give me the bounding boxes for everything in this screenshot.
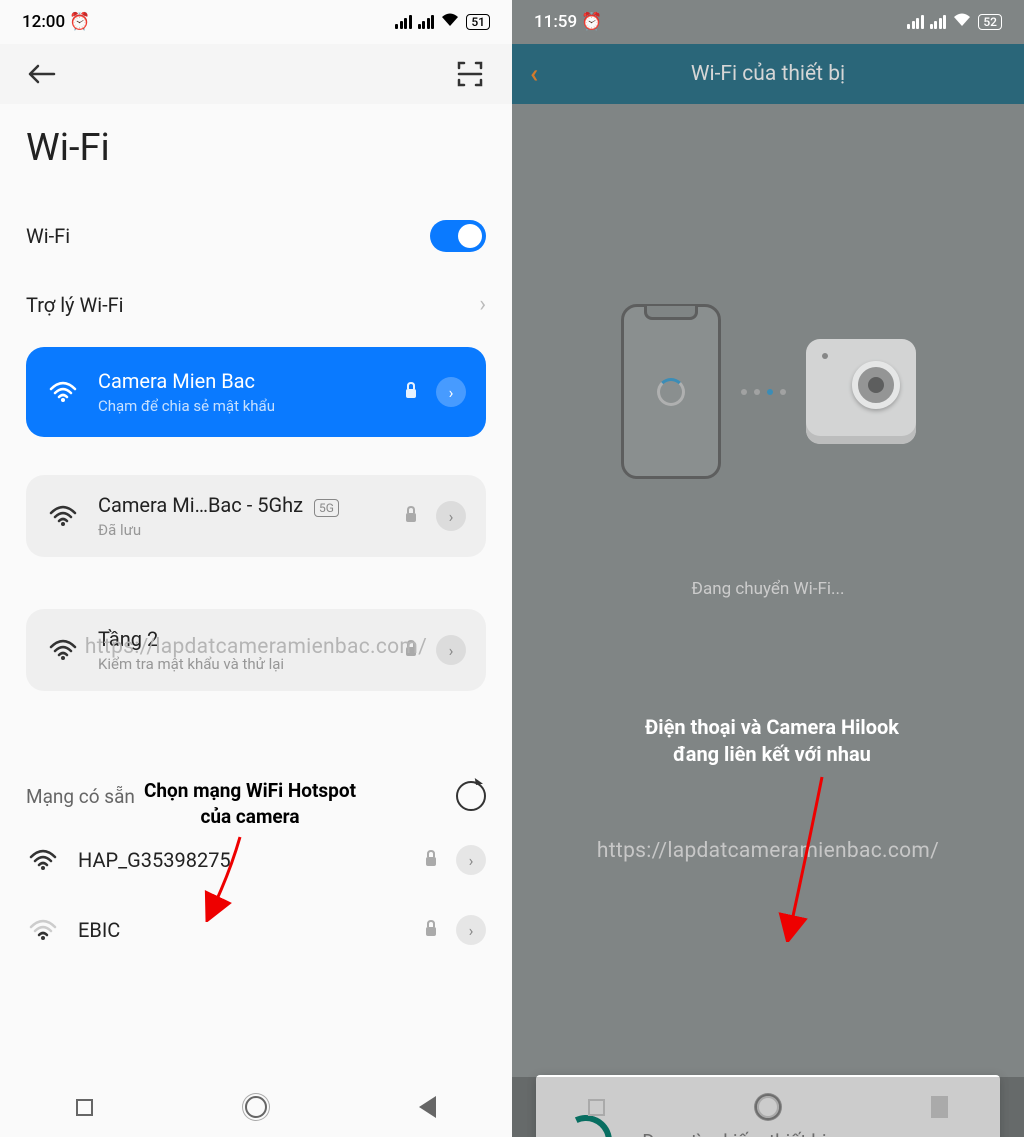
progress-text: Đang chuyển Wi-Fi... <box>512 579 1024 599</box>
network-details-button[interactable]: › <box>436 635 466 665</box>
wifi-icon <box>46 639 80 661</box>
clock: 12:00 <box>22 12 65 32</box>
chevron-right-icon: › <box>479 292 486 317</box>
device-wifi-screen: 11:59 ⏰ 52 ‹ Wi-Fi của thiết bị <box>512 0 1024 1137</box>
header-title: Wi-Fi của thiết bị <box>512 62 1024 86</box>
watermark: https://lapdatcameramienbac.com/ <box>512 839 1024 863</box>
wifi-icon <box>46 381 80 403</box>
phone-icon <box>621 304 721 479</box>
alarm-icon: ⏰ <box>581 12 602 32</box>
network-name: Camera Mi…Bac - 5Ghz <box>98 493 303 517</box>
progress-dots <box>741 389 786 395</box>
connected-network[interactable]: Camera Mien Bac Chạm để chia sẻ mật khẩu… <box>26 347 486 437</box>
camera-icon <box>806 339 916 444</box>
back-button[interactable] <box>28 60 56 88</box>
wifi-toggle-row[interactable]: Wi-Fi <box>26 200 486 272</box>
scan-qr-button[interactable] <box>456 60 484 88</box>
badge-5g: 5G <box>314 499 339 517</box>
wifi-icon-weak <box>26 919 60 941</box>
wifi-assistant-row[interactable]: Trợ lý Wi-Fi › <box>26 272 486 337</box>
network-details-button[interactable]: › <box>436 501 466 531</box>
wifi-settings-screen: 12:00 ⏰ 51 Wi-Fi Wi-Fi Trợ lý Wi-Fi › <box>0 0 512 1137</box>
network-sub: Chạm để chia sẻ mật khẩu <box>98 397 386 415</box>
lock-icon <box>424 849 438 871</box>
nav-home[interactable] <box>245 1096 267 1118</box>
wifi-toggle[interactable] <box>430 220 486 252</box>
wifi-icon <box>26 849 60 871</box>
nav-recents[interactable] <box>76 1099 93 1116</box>
nav-recents[interactable] <box>588 1099 605 1116</box>
page-title: Wi-Fi <box>26 104 486 200</box>
saved-network[interactable]: Camera Mi…Bac - 5Ghz 5G Đã lưu › <box>26 475 486 557</box>
status-bar: 11:59 ⏰ 52 <box>512 0 1024 44</box>
network-name: EBIC <box>78 918 406 942</box>
lock-icon <box>404 639 418 661</box>
lock-icon <box>424 919 438 941</box>
wifi-assistant-label: Trợ lý Wi-Fi <box>26 293 124 317</box>
battery-icon: 51 <box>466 14 490 30</box>
network-name: HAP_G35398275 <box>78 848 406 872</box>
network-details-button[interactable]: › <box>456 915 486 945</box>
network-sub: Đã lưu <box>98 521 386 539</box>
nav-back[interactable] <box>419 1096 436 1118</box>
nav-back[interactable] <box>931 1096 948 1118</box>
topbar <box>0 44 512 104</box>
nav-bar <box>512 1077 1024 1137</box>
wifi-status-icon <box>952 12 972 32</box>
available-header: Mạng có sẵn <box>26 771 486 825</box>
spinner-icon <box>657 378 685 406</box>
network-name: Camera Mien Bac <box>98 369 386 393</box>
saved-network[interactable]: Tầng 2 Kiểm tra mật khẩu và thử lại › <box>26 609 486 691</box>
refresh-button[interactable] <box>456 781 486 811</box>
nav-bar <box>0 1077 512 1137</box>
wifi-status-icon <box>440 12 460 32</box>
wifi-icon <box>46 505 80 527</box>
alarm-icon: ⏰ <box>69 12 90 32</box>
nav-home[interactable] <box>757 1096 779 1118</box>
app-header: ‹ Wi-Fi của thiết bị <box>512 44 1024 104</box>
clock: 11:59 <box>534 12 577 32</box>
network-details-button[interactable]: › <box>456 845 486 875</box>
signal-icon <box>930 15 947 29</box>
signal-icon <box>418 15 435 29</box>
available-network[interactable]: HAP_G35398275 › <box>26 825 486 895</box>
battery-icon: 52 <box>978 14 1002 30</box>
wifi-toggle-label: Wi-Fi <box>26 224 70 248</box>
signal-icon <box>907 15 924 29</box>
network-sub: Kiểm tra mật khẩu và thử lại <box>98 655 386 673</box>
lock-icon <box>404 381 418 403</box>
network-name: Tầng 2 <box>98 627 386 651</box>
available-network[interactable]: EBIC › <box>26 895 486 965</box>
pairing-illustration <box>512 304 1024 479</box>
status-bar: 12:00 ⏰ 51 <box>0 0 512 44</box>
lock-icon <box>404 505 418 527</box>
signal-icon <box>395 15 412 29</box>
network-details-button[interactable]: › <box>436 377 466 407</box>
